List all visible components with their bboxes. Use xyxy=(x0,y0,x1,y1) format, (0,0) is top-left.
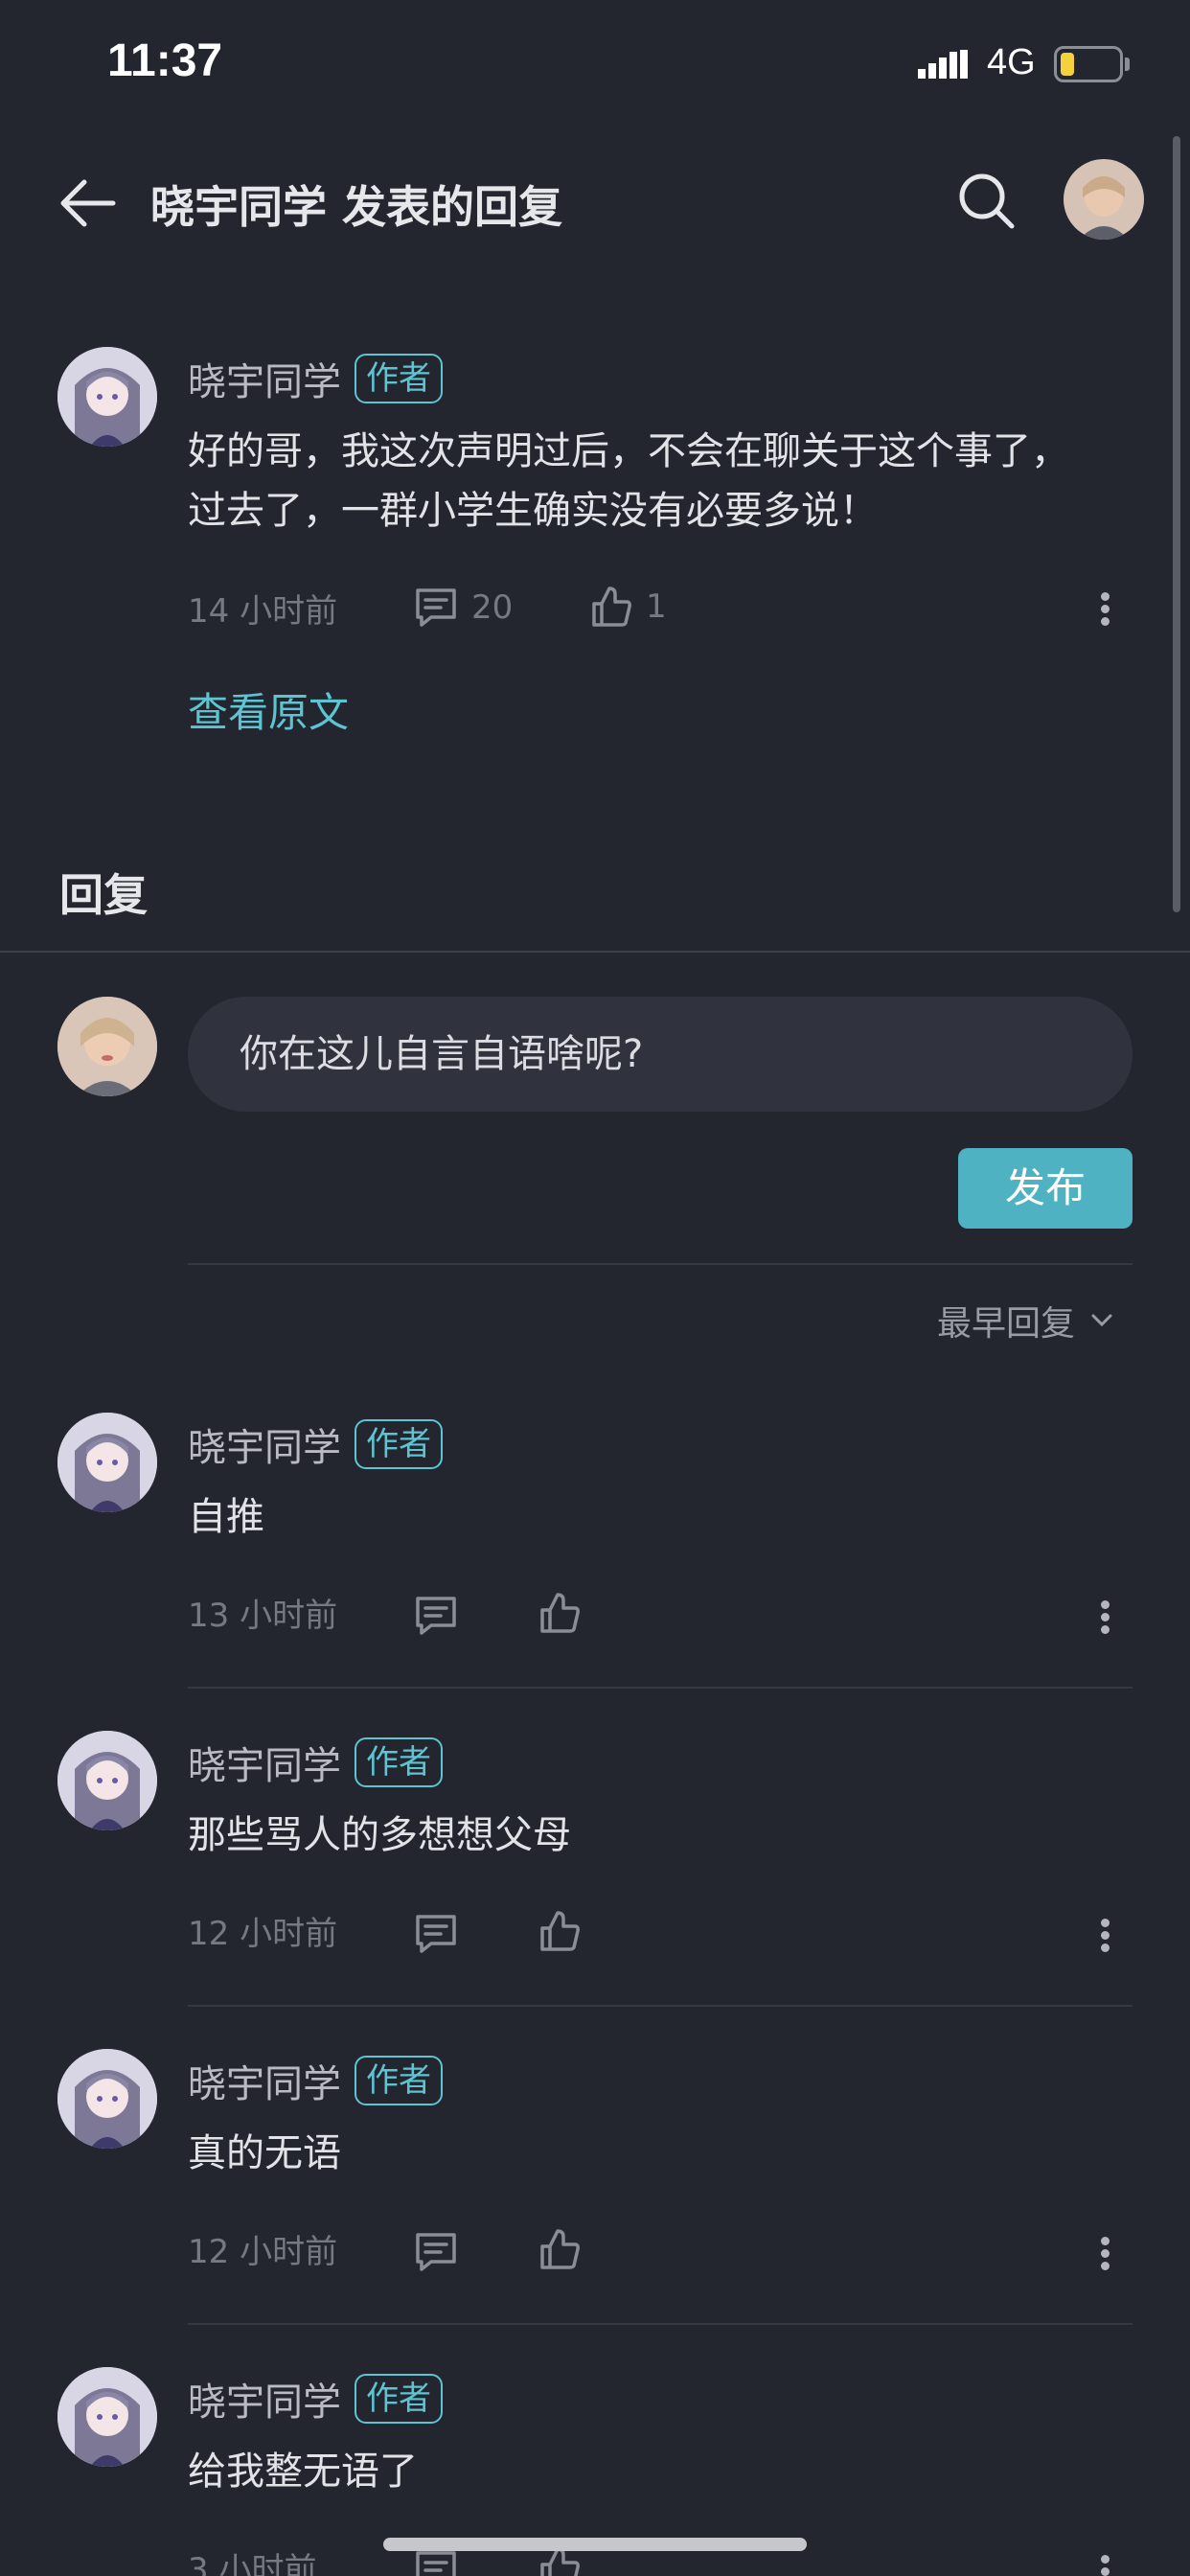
comment-icon[interactable] xyxy=(414,2231,458,2273)
author-badge: 作者 xyxy=(355,2374,443,2424)
reply-time: 12 小时前 xyxy=(188,2233,338,2271)
post-time: 14 小时前 xyxy=(188,592,338,631)
scrollbar[interactable] xyxy=(1173,136,1180,912)
search-icon[interactable] xyxy=(956,171,1018,232)
reply-avatar[interactable] xyxy=(57,1731,157,1830)
view-original-link[interactable]: 查看原文 xyxy=(188,680,349,739)
reply-content: 那些骂人的多想想父母 xyxy=(188,1813,571,1857)
sort-label: 最早回复 xyxy=(937,1304,1076,1344)
comment-button[interactable]: 20 xyxy=(414,586,513,629)
status-time: 11:37 xyxy=(107,35,223,86)
reply-avatar[interactable] xyxy=(57,1413,157,1512)
comment-count: 20 xyxy=(471,588,514,627)
battery-icon xyxy=(1054,46,1123,82)
page-title: 晓宇同学 发表的回复 xyxy=(150,181,563,233)
divider xyxy=(188,1687,1133,1689)
battery-cap xyxy=(1125,58,1130,71)
comment-icon xyxy=(416,588,456,627)
publish-button[interactable]: 发布 xyxy=(958,1148,1133,1229)
more-options-icon[interactable] xyxy=(1094,2551,1113,2576)
network-type: 4G xyxy=(987,42,1036,82)
reply-username[interactable]: 晓宇同学 xyxy=(188,1416,341,1472)
reply-username[interactable]: 晓宇同学 xyxy=(188,2053,341,2108)
signal-icon xyxy=(918,50,968,79)
reply-time: 13 小时前 xyxy=(188,1597,338,1635)
section-title: 回复 xyxy=(59,869,148,921)
back-arrow-icon[interactable] xyxy=(56,172,117,234)
reply-input[interactable]: 你在这儿自言自语啥呢? xyxy=(188,997,1133,1112)
author-badge: 作者 xyxy=(355,1419,443,1469)
reply-username[interactable]: 晓宇同学 xyxy=(188,2371,341,2426)
author-avatar[interactable] xyxy=(57,347,157,447)
reply-username[interactable]: 晓宇同学 xyxy=(188,1735,341,1790)
reply-content: 给我整无语了 xyxy=(188,2450,418,2494)
like-button[interactable]: 1 xyxy=(590,585,667,629)
author-badge: 作者 xyxy=(355,2056,443,2105)
more-options-icon[interactable] xyxy=(1094,1597,1113,1639)
divider xyxy=(188,1263,1133,1265)
reply-content: 真的无语 xyxy=(188,2131,341,2175)
username[interactable]: 晓宇同学 xyxy=(188,351,341,406)
reply-avatar[interactable] xyxy=(57,2367,157,2467)
more-options-icon[interactable] xyxy=(1094,2233,1113,2275)
more-options-icon[interactable] xyxy=(1094,1915,1113,1957)
post-content-line: 过去了，一群小学生确实没有必要多说！ xyxy=(188,489,878,533)
post-content-line: 好的哥，我这次声明过后，不会在聊关于这个事了， xyxy=(188,429,1069,473)
chevron-down-icon xyxy=(1091,1314,1112,1327)
like-count: 1 xyxy=(646,587,667,626)
divider xyxy=(188,2323,1133,2325)
reply-avatar[interactable] xyxy=(57,2049,157,2149)
home-indicator[interactable] xyxy=(383,2538,807,2551)
reply-content: 自推 xyxy=(188,1495,264,1539)
my-avatar[interactable] xyxy=(57,997,157,1096)
thumbs-up-icon[interactable] xyxy=(538,2227,581,2271)
post-content: 好的哥，我这次声明过后，不会在聊关于这个事了， 过去了，一群小学生确实没有必要多… xyxy=(188,422,1069,540)
thumbs-up-icon[interactable] xyxy=(538,1909,581,1953)
comment-icon[interactable] xyxy=(414,2549,458,2576)
more-options-icon[interactable] xyxy=(1094,588,1113,631)
thumbs-up-icon xyxy=(592,586,631,627)
comment-icon[interactable] xyxy=(414,1913,458,1955)
reply-time: 12 小时前 xyxy=(188,1915,338,1953)
divider xyxy=(188,2005,1133,2007)
user-avatar[interactable] xyxy=(1064,159,1144,240)
thumbs-up-icon[interactable] xyxy=(538,1591,581,1635)
author-badge: 作者 xyxy=(355,354,443,403)
author-badge: 作者 xyxy=(355,1737,443,1787)
divider xyxy=(0,951,1190,953)
sort-dropdown[interactable]: 最早回复 xyxy=(937,1296,1113,1346)
comment-icon[interactable] xyxy=(414,1595,458,1637)
reply-time: 3 小时前 xyxy=(188,2551,317,2576)
